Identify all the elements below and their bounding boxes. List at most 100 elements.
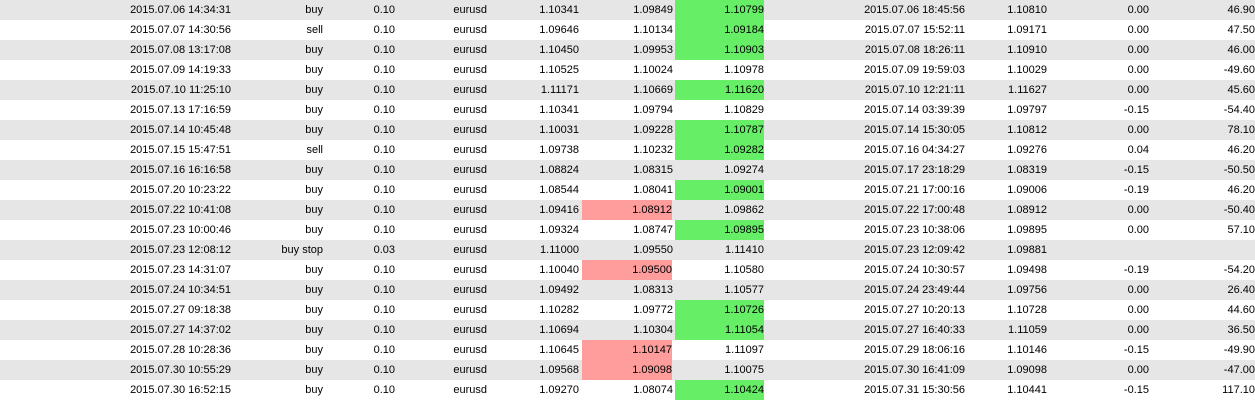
close-time-cell: 2015.07.07 15:52:11 bbox=[864, 24, 965, 36]
open-time-cell: 2015.07.15 15:47:51 bbox=[130, 144, 231, 156]
table-row[interactable]: 2015.07.27 14:37:02 buy 0.10 eurusd 1.10694 1… bbox=[0, 320, 1255, 340]
profit-cell bbox=[1150, 240, 1255, 260]
close-time-cell: 2015.07.06 18:45:56 bbox=[864, 4, 965, 16]
stop-loss-cell: 1.10232 bbox=[633, 144, 673, 156]
table-row[interactable]: 2015.07.14 10:45:48 buy 0.10 eurusd 1.10031 1… bbox=[0, 120, 1255, 140]
table-row[interactable]: 2015.07.06 14:34:31 buy 0.10 eurusd 1.10341 1… bbox=[0, 0, 1255, 20]
order-type-cell: buy bbox=[305, 324, 323, 336]
symbol-cell: eurusd bbox=[453, 304, 487, 316]
close-time-cell: 2015.07.31 15:30:56 bbox=[864, 384, 965, 396]
open-price-cell: 1.10282 bbox=[539, 304, 579, 316]
order-type-cell: buy bbox=[305, 304, 323, 316]
open-price-cell: 1.10694 bbox=[539, 324, 579, 336]
commission-cell: 0.04 bbox=[1127, 144, 1149, 156]
table-row[interactable]: 2015.07.08 13:17:08 buy 0.10 eurusd 1.10450 1… bbox=[0, 40, 1255, 60]
table-row[interactable]: 2015.07.22 10:41:08 buy 0.10 eurusd 1.09416 1… bbox=[0, 200, 1255, 220]
open-price-cell: 1.09324 bbox=[539, 224, 579, 236]
symbol-cell: eurusd bbox=[453, 104, 487, 116]
close-price-cell: 1.10910 bbox=[1007, 44, 1047, 56]
profit-cell: -49.60 bbox=[1223, 64, 1255, 76]
open-time-cell: 2015.07.23 10:00:46 bbox=[130, 224, 231, 236]
profit-cell: -54.40 bbox=[1223, 104, 1255, 116]
commission-cell: 0.00 bbox=[1127, 284, 1149, 296]
commission-cell: -0.15 bbox=[1123, 104, 1149, 116]
order-type-cell: buy bbox=[305, 384, 323, 396]
take-profit-cell: 1.10978 bbox=[724, 64, 764, 76]
table-row[interactable]: 2015.07.30 16:52:15 buy 0.10 eurusd 1.09270 1… bbox=[0, 380, 1255, 400]
open-time-cell: 2015.07.24 10:34:51 bbox=[130, 284, 231, 296]
lot-size-cell: 0.10 bbox=[373, 204, 395, 216]
table-row[interactable]: 2015.07.27 09:18:38 buy 0.10 eurusd 1.10282 1… bbox=[0, 300, 1255, 320]
take-profit-cell: 1.09274 bbox=[724, 164, 764, 176]
table-row[interactable]: 2015.07.10 11:25:10 buy 0.10 eurusd 1.11171 1… bbox=[0, 80, 1255, 100]
close-price-cell: 1.10728 bbox=[1007, 304, 1047, 316]
open-price-cell: 1.10525 bbox=[539, 64, 579, 76]
commission-cell: 0.00 bbox=[1127, 124, 1149, 136]
open-price-cell: 1.11000 bbox=[540, 244, 579, 256]
table-row[interactable]: 2015.07.09 14:19:33 buy 0.10 eurusd 1.10525 1… bbox=[0, 60, 1255, 80]
commission-cell: -0.15 bbox=[1123, 384, 1149, 396]
table-row[interactable]: 2015.07.24 10:34:51 buy 0.10 eurusd 1.09492 1… bbox=[0, 280, 1255, 300]
symbol-cell: eurusd bbox=[453, 244, 487, 256]
open-time-cell: 2015.07.10 11:25:10 bbox=[130, 84, 231, 96]
open-price-cell: 1.08824 bbox=[539, 164, 579, 176]
open-time-cell: 2015.07.23 14:31:07 bbox=[130, 264, 231, 276]
take-profit-cell: 1.11620 bbox=[675, 80, 764, 100]
profit-cell: 45.60 bbox=[1227, 84, 1255, 96]
profit-cell: -49.90 bbox=[1223, 344, 1255, 356]
lot-size-cell: 0.10 bbox=[373, 44, 395, 56]
open-time-cell: 2015.07.22 10:41:08 bbox=[130, 204, 231, 216]
open-time-cell: 2015.07.28 10:28:36 bbox=[130, 344, 231, 356]
table-row[interactable]: 2015.07.23 14:31:07 buy 0.10 eurusd 1.10040 1… bbox=[0, 260, 1255, 280]
take-profit-cell: 1.10075 bbox=[724, 364, 764, 376]
profit-cell: -54.20 bbox=[1223, 264, 1255, 276]
close-time-cell: 2015.07.24 23:49:44 bbox=[864, 284, 965, 296]
table-row[interactable]: 2015.07.16 16:16:58 buy 0.10 eurusd 1.08824 1… bbox=[0, 160, 1255, 180]
close-time-cell: 2015.07.14 03:39:39 bbox=[864, 104, 965, 116]
table-row[interactable]: 2015.07.28 10:28:36 buy 0.10 eurusd 1.10645 1… bbox=[0, 340, 1255, 360]
close-time-cell: 2015.07.27 10:20:13 bbox=[864, 304, 965, 316]
close-time-cell: 2015.07.16 04:34:27 bbox=[864, 144, 965, 156]
stop-loss-cell: 1.10669 bbox=[633, 84, 673, 96]
close-price-cell: 1.09098 bbox=[1007, 364, 1047, 376]
take-profit-cell: 1.11410 bbox=[725, 244, 764, 256]
close-time-cell: 2015.07.10 12:21:11 bbox=[864, 84, 965, 96]
profit-cell: 26.40 bbox=[1227, 284, 1255, 296]
table-row[interactable]: 2015.07.23 10:00:46 buy 0.10 eurusd 1.09324 1… bbox=[0, 220, 1255, 240]
commission-cell bbox=[1048, 240, 1149, 260]
lot-size-cell: 0.10 bbox=[373, 124, 395, 136]
take-profit-cell: 1.09184 bbox=[675, 20, 764, 40]
stop-loss-cell: 1.10304 bbox=[633, 324, 673, 336]
take-profit-cell: 1.10424 bbox=[675, 380, 764, 400]
lot-size-cell: 0.10 bbox=[373, 64, 395, 76]
commission-cell: -0.19 bbox=[1123, 184, 1149, 196]
symbol-cell: eurusd bbox=[453, 84, 487, 96]
stop-loss-cell: 1.09550 bbox=[633, 244, 673, 256]
symbol-cell: eurusd bbox=[453, 124, 487, 136]
close-price-cell: 1.10146 bbox=[1007, 344, 1047, 356]
order-type-cell: buy stop bbox=[281, 244, 323, 256]
open-time-cell: 2015.07.27 14:37:02 bbox=[130, 324, 231, 336]
profit-cell: 46.20 bbox=[1227, 184, 1255, 196]
commission-cell: 0.00 bbox=[1127, 84, 1149, 96]
profit-cell: 47.50 bbox=[1227, 24, 1255, 36]
table-row[interactable]: 2015.07.30 10:55:29 buy 0.10 eurusd 1.09568 1… bbox=[0, 360, 1255, 380]
symbol-cell: eurusd bbox=[453, 204, 487, 216]
stop-loss-cell: 1.09098 bbox=[582, 360, 672, 380]
lot-size-cell: 0.10 bbox=[373, 84, 395, 96]
table-row[interactable]: 2015.07.23 12:08:12 buy stop 0.03 eurusd 1.1… bbox=[0, 240, 1255, 260]
table-row[interactable]: 2015.07.20 10:23:22 buy 0.10 eurusd 1.08544 1… bbox=[0, 180, 1255, 200]
close-price-cell: 1.09006 bbox=[1007, 184, 1047, 196]
table-row[interactable]: 2015.07.13 17:16:59 buy 0.10 eurusd 1.10341 1… bbox=[0, 100, 1255, 120]
symbol-cell: eurusd bbox=[453, 384, 487, 396]
profit-cell: 117.10 bbox=[1222, 384, 1255, 396]
open-time-cell: 2015.07.27 09:18:38 bbox=[130, 304, 231, 316]
close-time-cell: 2015.07.27 16:40:33 bbox=[864, 324, 965, 336]
commission-cell: 0.00 bbox=[1127, 304, 1149, 316]
order-type-cell: buy bbox=[305, 344, 323, 356]
profit-cell: 36.50 bbox=[1227, 324, 1255, 336]
open-price-cell: 1.09568 bbox=[539, 364, 579, 376]
table-row[interactable]: 2015.07.07 14:30:56 sell 0.10 eurusd 1.09646… bbox=[0, 20, 1255, 40]
table-row[interactable]: 2015.07.15 15:47:51 sell 0.10 eurusd 1.09738… bbox=[0, 140, 1255, 160]
lot-size-cell: 0.10 bbox=[373, 24, 395, 36]
